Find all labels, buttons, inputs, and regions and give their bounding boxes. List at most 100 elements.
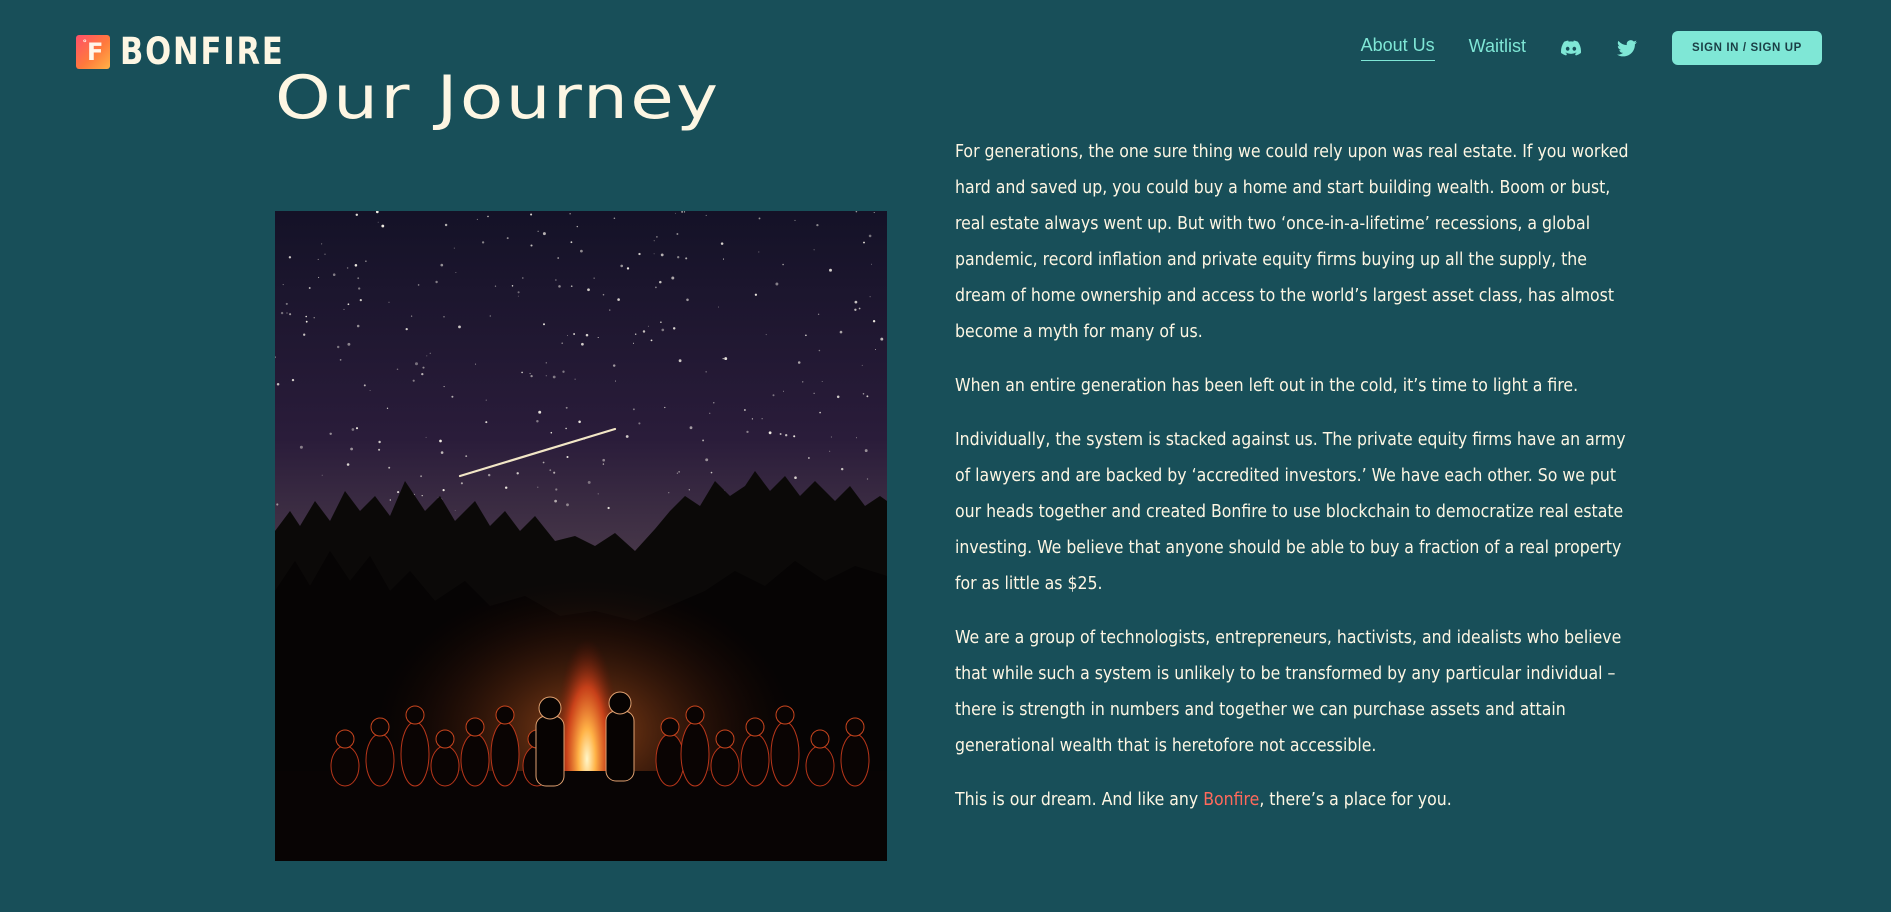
star: [793, 435, 796, 438]
star: [554, 499, 557, 503]
star: [722, 357, 724, 360]
star: [363, 384, 366, 387]
star: [351, 428, 355, 431]
star: [458, 325, 461, 329]
star: [710, 471, 713, 474]
star: [578, 420, 581, 424]
star: [779, 433, 782, 435]
star: [285, 302, 288, 305]
star: [634, 333, 637, 335]
star: [656, 236, 658, 238]
star: [761, 418, 763, 420]
bonfire-logo[interactable]: ° F BONFIRE: [76, 30, 299, 73]
star: [585, 333, 589, 337]
star: [420, 475, 423, 478]
star: [620, 264, 624, 268]
star: [821, 381, 823, 382]
star: [494, 285, 497, 287]
star: [782, 263, 784, 266]
sign-in-sign-up-button[interactable]: SIGN IN / SIGN UP: [1672, 31, 1822, 65]
star: [536, 420, 539, 423]
star: [602, 293, 605, 296]
person-silhouette: [535, 696, 565, 787]
copy-paragraph-3: Individually, the system is stacked agai…: [955, 430, 1626, 594]
star: [638, 422, 641, 425]
nav-waitlist-link[interactable]: Waitlist: [1469, 36, 1526, 61]
star: [772, 394, 775, 397]
star: [318, 276, 320, 279]
star: [633, 342, 634, 344]
star: [660, 321, 662, 323]
star: [614, 380, 617, 382]
star: [299, 445, 303, 449]
star: [868, 234, 872, 238]
star: [602, 463, 605, 465]
star: [866, 478, 869, 480]
star: [874, 349, 876, 351]
star: [653, 253, 655, 255]
star: [465, 455, 468, 458]
star: [566, 455, 569, 459]
star: [783, 390, 784, 392]
star: [794, 476, 797, 479]
star: [854, 308, 857, 311]
star: [487, 473, 491, 477]
star: [282, 284, 284, 286]
star: [863, 241, 865, 244]
star: [555, 488, 558, 491]
star: [530, 213, 533, 216]
star: [866, 395, 869, 398]
star: [705, 214, 707, 216]
star: [429, 352, 431, 354]
star: [836, 395, 840, 399]
star: [286, 312, 288, 314]
star: [339, 359, 342, 361]
star: [659, 280, 662, 284]
star: [861, 364, 863, 366]
star: [435, 280, 438, 284]
star: [785, 434, 788, 437]
star: [530, 244, 533, 247]
bonfire-logo-mark-icon: ° F: [76, 34, 110, 69]
star: [308, 287, 311, 289]
star: [543, 323, 545, 326]
star: [685, 257, 688, 260]
star: [357, 277, 360, 280]
star: [305, 315, 307, 318]
star: [347, 342, 351, 346]
star: [862, 393, 865, 395]
star: [369, 389, 371, 392]
star: [443, 316, 445, 318]
nav-about-us-link[interactable]: About Us: [1360, 35, 1435, 61]
star: [365, 260, 367, 262]
star: [489, 315, 491, 317]
star: [444, 223, 448, 227]
star: [817, 313, 820, 315]
star: [840, 467, 844, 471]
star: [678, 471, 680, 473]
star: [855, 437, 858, 439]
star: [816, 223, 819, 227]
discord-icon[interactable]: [1560, 37, 1582, 59]
star: [421, 372, 424, 376]
star: [751, 418, 754, 420]
star: [317, 258, 319, 260]
star: [602, 458, 606, 462]
star: [276, 383, 280, 386]
journey-copy: For generations, the one sure thing we c…: [955, 134, 1630, 836]
star: [813, 392, 815, 394]
star: [718, 306, 720, 308]
star: [713, 402, 715, 404]
star: [676, 233, 679, 235]
star: [332, 273, 336, 276]
star: [566, 503, 569, 507]
twitter-icon[interactable]: [1616, 37, 1638, 59]
star: [746, 430, 749, 434]
star: [358, 287, 361, 290]
star: [689, 426, 693, 430]
star: [388, 466, 391, 469]
star: [743, 409, 746, 411]
copy-paragraph-5-start: This is our dream. And like any: [955, 790, 1204, 810]
star: [688, 489, 690, 491]
star: [386, 407, 389, 409]
